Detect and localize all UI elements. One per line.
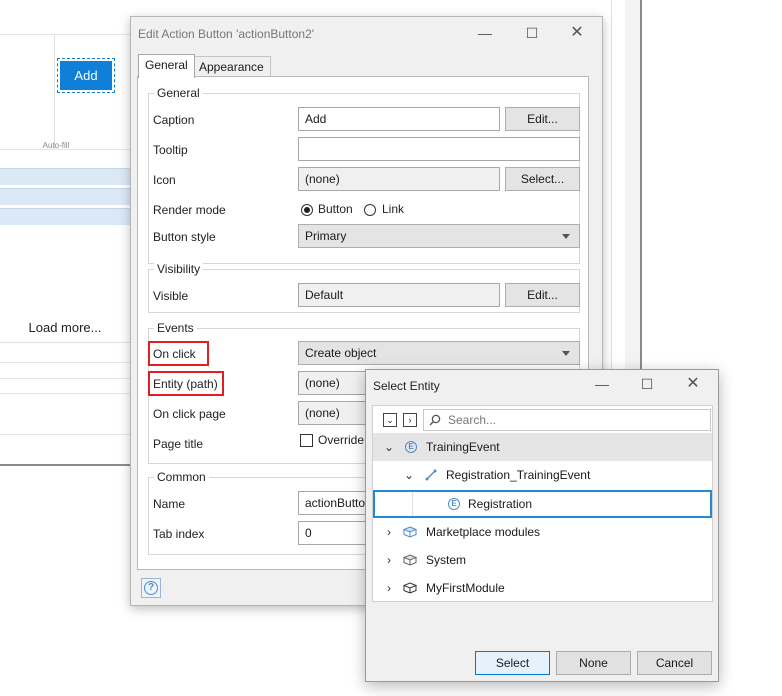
render-mode-label: Render mode <box>153 203 226 217</box>
close-icon[interactable]: ✕ <box>683 374 703 394</box>
override-checkbox[interactable] <box>300 434 313 447</box>
module-icon <box>403 526 417 538</box>
tree-item-marketplace-modules[interactable]: › Marketplace modules <box>373 518 712 546</box>
dialog-title: Edit Action Button 'actionButton2' <box>138 27 315 41</box>
tree-item-label: Marketplace modules <box>426 525 541 539</box>
tab-appearance[interactable]: Appearance <box>192 56 271 78</box>
name-label: Name <box>153 497 186 511</box>
entity-search-input[interactable]: Search... <box>423 409 711 431</box>
tree-item-myfirstmodule[interactable]: › MyFirstModule <box>373 574 712 602</box>
entity-tree: ⌄ › Search... ⌄ E TrainingEvent ⌄ Regist… <box>372 405 713 602</box>
on-click-value: Create object <box>305 346 377 360</box>
minimize-icon[interactable]: — <box>592 374 612 394</box>
caption-edit-button[interactable]: Edit... <box>505 107 580 131</box>
tree-item-label: TrainingEvent <box>426 440 500 454</box>
button-style-label: Button style <box>153 230 216 244</box>
grid-divider <box>0 362 130 363</box>
select-button[interactable]: Select <box>475 651 550 675</box>
render-link-label: Link <box>382 202 405 216</box>
tooltip-label: Tooltip <box>153 143 188 157</box>
tooltip-field[interactable] <box>298 137 580 161</box>
tree-item-label: Registration_TrainingEvent <box>446 468 591 482</box>
chevron-down-icon[interactable]: ⌄ <box>404 461 414 489</box>
tree-item-trainingevent[interactable]: ⌄ E TrainingEvent <box>373 433 712 461</box>
module-icon <box>403 582 417 594</box>
grid-divider <box>0 34 130 35</box>
select-entity-dialog: Select Entity — ☐ ✕ ⌄ › Search... ⌄ E Tr… <box>365 369 719 682</box>
on-click-page-label: On click page <box>153 407 226 421</box>
tree-item-label: System <box>426 553 467 567</box>
maximize-icon[interactable]: ☐ <box>522 23 542 43</box>
visible-field[interactable]: Default <box>298 283 500 307</box>
chevron-down-icon[interactable]: ⌄ <box>384 433 394 461</box>
visible-edit-button[interactable]: Edit... <box>505 283 580 307</box>
expand-all-icon[interactable]: ⌄ <box>383 413 397 427</box>
grid-divider <box>0 393 130 394</box>
entity-path-label: Entity (path) <box>153 377 218 391</box>
visibility-group-title: Visibility <box>154 262 204 276</box>
question-icon: ? <box>144 581 158 595</box>
common-group-title: Common <box>154 470 209 484</box>
tab-general[interactable]: General <box>138 54 195 78</box>
cancel-button[interactable]: Cancel <box>637 651 712 675</box>
grid-divider <box>0 378 130 379</box>
entity-icon: E <box>448 498 460 510</box>
chevron-down-icon <box>562 234 570 239</box>
chevron-right-icon[interactable]: › <box>384 574 394 602</box>
override-label: Override <box>318 433 365 447</box>
entity-icon: E <box>405 441 417 453</box>
canvas-list-row[interactable] <box>0 208 130 225</box>
grid-divider <box>0 434 130 435</box>
visible-label: Visible <box>153 289 189 303</box>
button-style-value: Primary <box>305 229 347 243</box>
grid-divider <box>54 34 55 149</box>
caption-label: Caption <box>153 113 195 127</box>
load-more-button[interactable]: Load more... <box>0 317 130 343</box>
tree-item-registration[interactable]: E Registration <box>373 490 712 518</box>
on-click-dropdown[interactable]: Create object <box>298 341 580 365</box>
tab-index-label: Tab index <box>153 527 205 541</box>
tree-item-registration-association[interactable]: ⌄ Registration_TrainingEvent <box>373 461 712 489</box>
chevron-down-icon <box>562 351 570 356</box>
help-button[interactable]: ? <box>141 578 161 598</box>
select-entity-title: Select Entity <box>373 379 440 393</box>
tree-item-label: MyFirstModule <box>426 581 505 595</box>
render-button-radio[interactable] <box>301 204 313 216</box>
chevron-right-icon[interactable]: › <box>384 546 394 574</box>
collapse-all-icon[interactable]: › <box>403 413 417 427</box>
minimize-icon[interactable]: — <box>475 23 495 43</box>
page-title-label: Page title <box>153 437 204 451</box>
chevron-right-icon[interactable]: › <box>384 518 394 546</box>
caption-field[interactable]: Add <box>298 107 500 131</box>
maximize-icon[interactable]: ☐ <box>637 374 657 394</box>
render-button-label: Button <box>318 202 353 216</box>
events-group-title: Events <box>154 321 197 335</box>
tree-item-system[interactable]: › System <box>373 546 712 574</box>
module-icon <box>403 554 417 566</box>
canvas-list-row[interactable] <box>0 168 130 185</box>
none-button[interactable]: None <box>556 651 631 675</box>
close-icon[interactable]: ✕ <box>567 23 587 43</box>
auto-fill-label: Auto-fill <box>42 141 70 150</box>
icon-select-button[interactable]: Select... <box>505 167 580 191</box>
canvas-add-button[interactable]: Add <box>57 58 115 93</box>
icon-label: Icon <box>153 173 176 187</box>
association-icon <box>425 469 437 481</box>
general-group-title: General <box>154 86 203 100</box>
button-style-dropdown[interactable]: Primary <box>298 224 580 248</box>
tree-item-label: Registration <box>468 497 533 511</box>
tree-guide-line <box>412 492 413 516</box>
on-click-label: On click <box>153 347 196 361</box>
search-icon <box>429 414 441 426</box>
render-link-radio[interactable] <box>364 204 376 216</box>
canvas-list-row[interactable] <box>0 188 130 205</box>
icon-field[interactable]: (none) <box>298 167 500 191</box>
